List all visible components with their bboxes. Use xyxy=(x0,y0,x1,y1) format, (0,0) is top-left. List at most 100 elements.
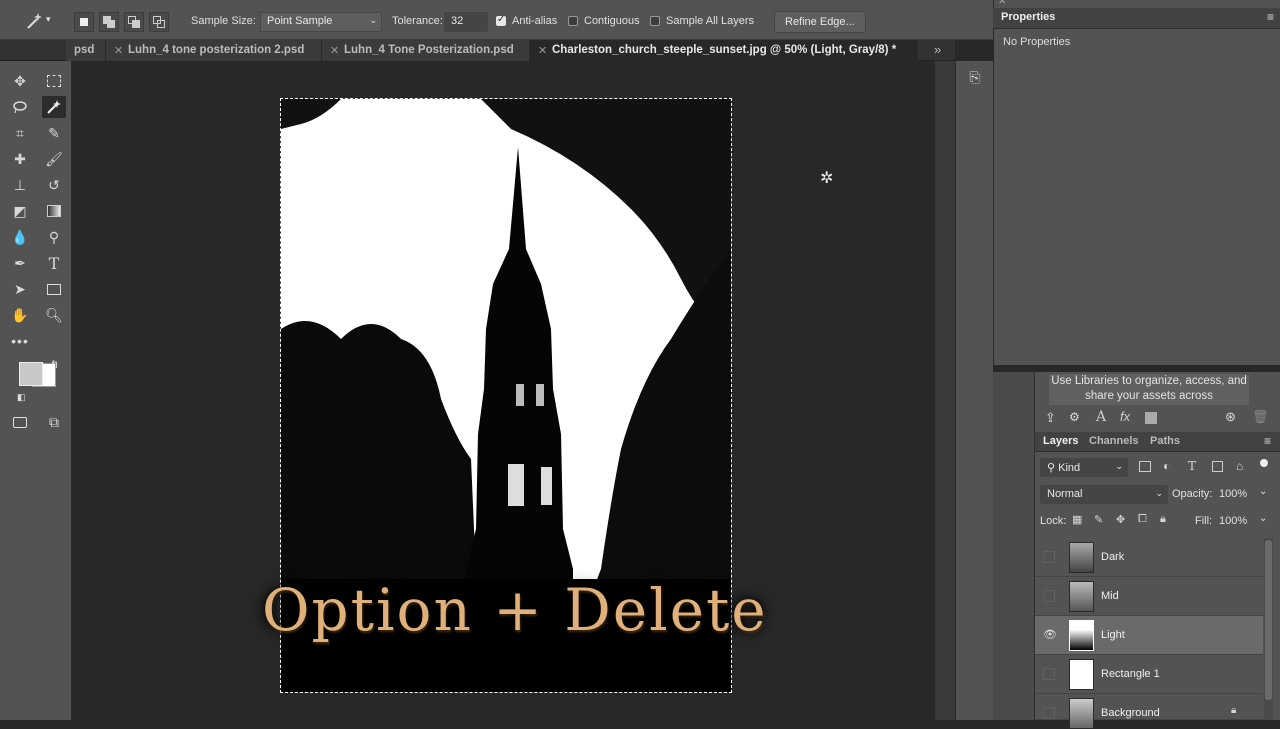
tolerance-input[interactable]: 32 xyxy=(444,12,488,32)
blend-mode-select[interactable]: Normal ⌄ xyxy=(1040,485,1168,504)
sample-all-layers-checkbox[interactable] xyxy=(650,16,660,26)
visibility-toggle[interactable] xyxy=(1043,590,1055,602)
close-icon[interactable]: ✕ xyxy=(538,44,547,57)
history-panel-icon[interactable]: ⎘ xyxy=(963,66,987,88)
crop-tool-icon[interactable]: ⌗ xyxy=(8,122,32,144)
lasso-tool-icon[interactable] xyxy=(8,96,32,118)
gradient-tool-icon[interactable] xyxy=(42,200,66,222)
healing-brush-icon[interactable]: ✚ xyxy=(8,148,32,170)
tab-luhn-tone-posterization[interactable]: ✕ Luhn_4 Tone Posterization.psd xyxy=(322,40,530,61)
close-icon[interactable]: ✕ xyxy=(114,44,123,57)
eraser-tool-icon[interactable]: ◩ xyxy=(8,200,32,222)
properties-title: Properties xyxy=(1001,11,1056,23)
sample-size-select[interactable]: Point Sample ⌄ xyxy=(260,12,382,32)
layer-row-rectangle-1[interactable]: Rectangle 1 xyxy=(1035,655,1263,694)
magic-wand-tool-preset-icon[interactable] xyxy=(22,10,46,32)
close-panel-icon[interactable]: ✕ xyxy=(998,0,1006,7)
screen-mode-icon[interactable]: ⧉ xyxy=(42,411,66,433)
blur-tool-icon[interactable]: 💧 xyxy=(8,226,32,248)
add-style-icon[interactable]: fx xyxy=(1120,409,1130,424)
tolerance-value: 32 xyxy=(451,15,464,27)
tab-psd[interactable]: psd xyxy=(66,40,106,61)
layer-name: Background xyxy=(1101,707,1160,719)
add-graphic-icon[interactable]: ⚙ xyxy=(1069,410,1080,424)
default-colors-icon[interactable]: ◧ xyxy=(17,392,26,403)
sample-all-layers-label: Sample All Layers xyxy=(666,15,755,27)
filter-adjustment-icon[interactable]: ◐ xyxy=(1163,459,1170,473)
lock-transparent-icon[interactable]: ▦ xyxy=(1072,513,1082,526)
eye-icon[interactable]: 👁︎ xyxy=(1043,628,1057,642)
tab-charleston-steeple[interactable]: ✕ Charleston_church_steeple_sunset.jpg @ … xyxy=(530,40,918,61)
layer-thumbnail xyxy=(1069,698,1094,729)
brush-tool-icon[interactable]: 🖌 xyxy=(42,148,66,170)
fill-value[interactable]: 100% xyxy=(1219,515,1247,527)
path-selection-icon[interactable]: ➤ xyxy=(8,278,32,300)
tabs-overflow-icon[interactable]: » xyxy=(934,42,941,57)
chevron-down-icon: ⌄ xyxy=(369,15,377,25)
add-text-icon[interactable]: A xyxy=(1096,409,1106,425)
upload-icon[interactable]: ⇪ xyxy=(1045,410,1056,426)
layer-filter-select[interactable]: ⚲ Kind ⌄ xyxy=(1040,458,1128,477)
hand-tool-icon[interactable]: ✋ xyxy=(8,304,32,326)
more-tools-icon[interactable]: ••• xyxy=(8,330,32,352)
visibility-toggle[interactable] xyxy=(1043,551,1055,563)
lock-all-icon[interactable]: 🔒︎ xyxy=(1160,513,1166,526)
add-to-selection-button[interactable] xyxy=(99,12,119,32)
type-tool-icon[interactable]: T xyxy=(42,252,66,274)
eyedropper-tool-icon[interactable]: ✎ xyxy=(42,122,66,144)
quick-mask-icon[interactable] xyxy=(8,411,32,433)
collapsed-panel-dock: ⎘ xyxy=(955,61,993,720)
layer-row-dark[interactable]: Dark xyxy=(1035,538,1263,577)
delete-icon[interactable]: 🗑︎ xyxy=(1252,409,1269,425)
visibility-toggle[interactable] xyxy=(1043,707,1055,719)
libraries-dock xyxy=(993,372,1035,720)
tab-layers[interactable]: Layers xyxy=(1043,435,1078,447)
filter-pixel-icon[interactable] xyxy=(1139,461,1151,472)
refine-edge-button[interactable]: Refine Edge... xyxy=(774,11,866,33)
zoom-tool-icon[interactable]: 🔍︎ xyxy=(42,304,66,326)
foreground-color-swatch[interactable] xyxy=(19,362,43,386)
panel-menu-icon[interactable]: ≡ xyxy=(1264,434,1271,448)
subtract-from-selection-button[interactable] xyxy=(124,12,144,32)
filter-smart-object-icon[interactable]: ⌂ xyxy=(1236,459,1243,473)
tab-paths[interactable]: Paths xyxy=(1150,435,1180,447)
layer-row-background[interactable]: Background 🔒︎ xyxy=(1035,694,1263,729)
layers-scrollbar[interactable] xyxy=(1264,538,1273,720)
contiguous-checkbox[interactable] xyxy=(568,16,578,26)
anti-alias-label: Anti-alias xyxy=(512,15,558,27)
pen-tool-icon[interactable]: ✒ xyxy=(8,252,32,274)
tab-channels[interactable]: Channels xyxy=(1089,435,1139,447)
dodge-tool-icon[interactable]: ⚲ xyxy=(42,226,66,248)
intersect-selection-button[interactable] xyxy=(149,12,169,32)
opacity-value[interactable]: 100% xyxy=(1219,488,1247,500)
filter-type-icon[interactable]: T xyxy=(1188,459,1196,473)
tab-luhn-posterization-2[interactable]: ✕ Luhn_4 tone posterization 2.psd xyxy=(106,40,322,61)
chevron-down-icon[interactable]: ⌄ xyxy=(1259,513,1267,524)
add-color-icon[interactable] xyxy=(1145,412,1157,424)
layer-thumbnail xyxy=(1069,581,1094,612)
layer-row-mid[interactable]: Mid xyxy=(1035,577,1263,616)
marquee-tool-icon[interactable] xyxy=(42,70,66,92)
layer-row-light[interactable]: 👁︎ Light xyxy=(1035,616,1263,655)
rectangle-tool-icon[interactable] xyxy=(42,278,66,300)
options-bar: ▾ Sample Size: Point Sample ⌄ Tolerance:… xyxy=(0,0,993,40)
visibility-toggle[interactable] xyxy=(1043,668,1055,680)
lock-position-icon[interactable]: ✥ xyxy=(1116,513,1125,526)
clone-stamp-icon[interactable]: ⊥ xyxy=(8,174,32,196)
magic-wand-tool-icon[interactable] xyxy=(42,96,66,118)
lock-icon: 🔒︎ xyxy=(1231,705,1237,716)
lock-image-icon[interactable]: ✎ xyxy=(1094,513,1103,526)
move-tool-icon[interactable]: ✥ xyxy=(8,70,32,92)
new-selection-button[interactable] xyxy=(74,12,94,32)
chevron-down-icon[interactable]: ▾ xyxy=(46,14,51,25)
panel-menu-icon[interactable]: ≡ xyxy=(1267,10,1274,24)
swap-colors-icon[interactable]: ↰ xyxy=(50,358,59,371)
chevron-down-icon[interactable]: ⌄ xyxy=(1259,486,1267,497)
anti-alias-checkbox[interactable] xyxy=(496,14,506,26)
lock-artboard-icon[interactable]: ⧠ xyxy=(1138,513,1147,526)
filter-toggle-icon[interactable] xyxy=(1260,459,1268,467)
filter-shape-icon[interactable] xyxy=(1212,461,1223,472)
sync-icon[interactable]: ⊛ xyxy=(1225,409,1236,425)
close-icon[interactable]: ✕ xyxy=(330,44,339,57)
history-brush-icon[interactable]: ↺ xyxy=(42,174,66,196)
